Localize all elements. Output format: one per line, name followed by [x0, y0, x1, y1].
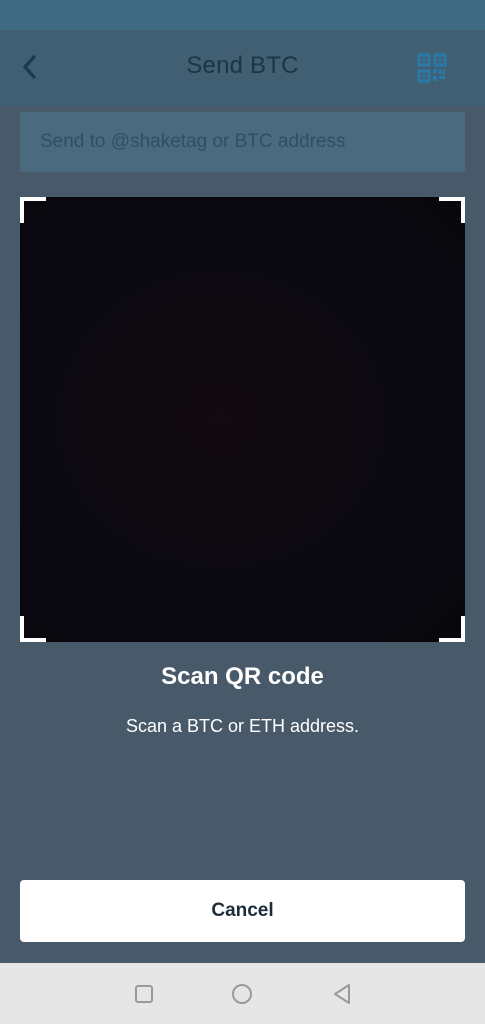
system-back-button[interactable]: [328, 980, 356, 1008]
camera-viewfinder: [20, 197, 465, 642]
triangle-back-icon: [334, 984, 350, 1004]
status-bar: [0, 0, 485, 30]
recents-button[interactable]: [130, 980, 158, 1008]
viewfinder-corner-top-left: [20, 197, 46, 223]
circle-icon: [232, 984, 252, 1004]
viewfinder-corner-bottom-right: [439, 616, 465, 642]
scan-subtitle: Scan a BTC or ETH address.: [125, 716, 360, 736]
viewfinder-corner-top-right: [439, 197, 465, 223]
viewfinder-corner-bottom-left: [20, 616, 46, 642]
scan-title: Scan QR code: [161, 663, 324, 690]
recipient-search-input[interactable]: [20, 112, 465, 172]
cancel-button[interactable]: Cancel: [20, 880, 465, 942]
qr-code-button[interactable]: [414, 50, 450, 86]
home-button[interactable]: [228, 980, 256, 1008]
page-title: Send BTC: [186, 52, 299, 79]
qr-code-icon: [417, 53, 447, 83]
app-header: Send BTC: [0, 30, 485, 106]
square-icon: [135, 985, 153, 1003]
system-navigation-bar: [0, 963, 485, 1024]
